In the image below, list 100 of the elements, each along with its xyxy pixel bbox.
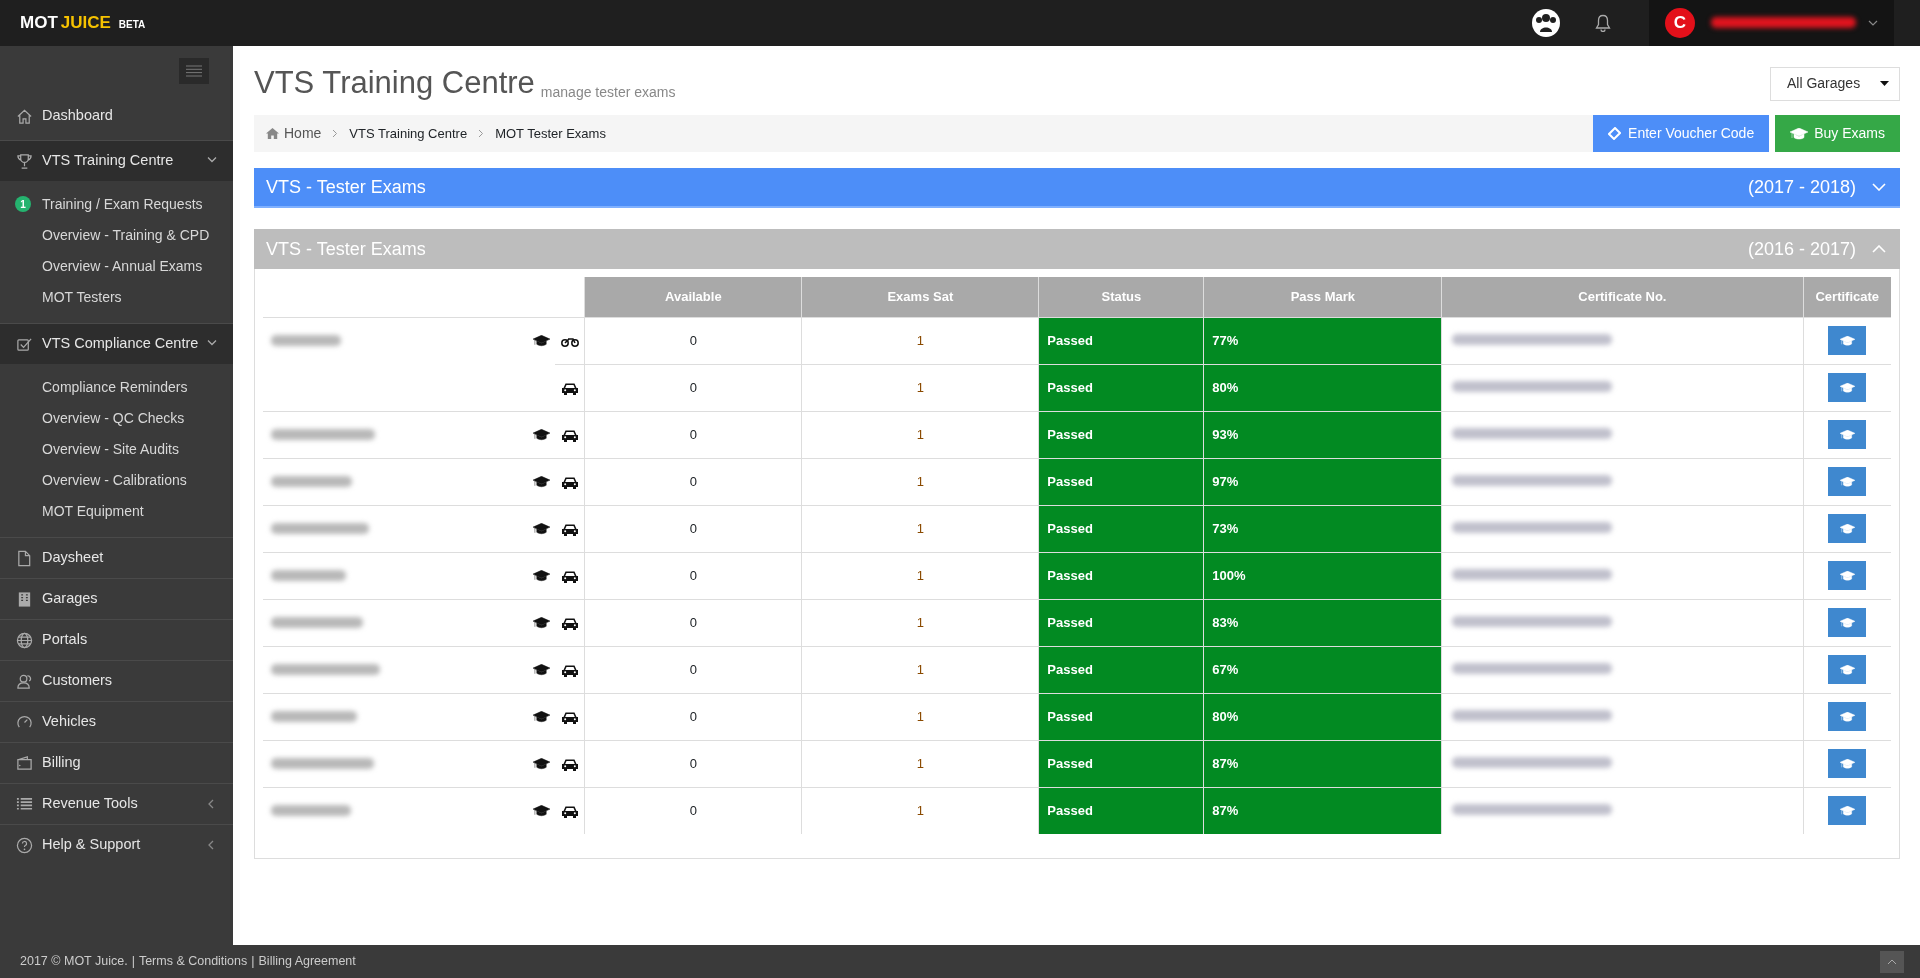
car-icon (561, 663, 578, 677)
caret-icon (1880, 81, 1889, 86)
sidebar-item[interactable]: VTS Compliance Centre (0, 323, 233, 364)
breadcrumb-link[interactable]: MOT Tester Exams (495, 123, 606, 144)
menu-icon (186, 65, 202, 77)
footer-link[interactable]: Billing Agreement (258, 952, 356, 971)
brand-logo[interactable]: MOT JUICE (20, 10, 111, 36)
sidebar-item[interactable]: VTS Training Centre (0, 140, 233, 181)
separator-text: | (251, 953, 255, 971)
graduation-cap-icon (532, 522, 550, 535)
chevron-icon (332, 129, 339, 138)
sidebar-subitem[interactable]: Overview - Site Audits (42, 439, 179, 460)
certificate-button[interactable] (1828, 514, 1867, 543)
status-cell: Passed (1038, 364, 1204, 411)
globe-icon (16, 631, 33, 649)
table-cell: 0 (584, 317, 802, 364)
caret-icon[interactable] (1868, 20, 1878, 26)
status-cell: Passed (1038, 599, 1204, 646)
menu-toggle-button[interactable] (179, 58, 209, 84)
graduation-cap-icon (1839, 711, 1855, 722)
sidebar-subitem[interactable]: Compliance Reminders (42, 377, 188, 398)
home-icon (266, 128, 279, 139)
sidebar-subitem[interactable]: Training / Exam Requests (42, 194, 203, 215)
table-cell: 0 (584, 505, 802, 552)
breadcrumb-link[interactable]: Home (284, 123, 322, 144)
panel-period: (2016 - 2017) (1747, 237, 1856, 261)
building-icon (16, 590, 33, 608)
bell-icon[interactable] (1595, 14, 1611, 32)
trophy-icon (16, 152, 33, 170)
car-icon (561, 616, 578, 630)
count-badge: 1 (15, 196, 31, 212)
breadcrumb-link[interactable]: VTS Training Centre (349, 123, 468, 144)
copyright-text: 2017 © MOT Juice. (20, 953, 128, 971)
chevron-icon (1887, 958, 1897, 965)
status-cell: Passed (1038, 317, 1204, 364)
table-cell: 0 (584, 458, 802, 505)
graduation-cap-icon (1839, 805, 1855, 816)
car-icon (561, 805, 578, 819)
sidebar-item[interactable]: Dashboard (0, 92, 233, 140)
user-avatar[interactable]: C (1665, 8, 1695, 38)
status-cell: Passed (1038, 740, 1204, 787)
sidebar-item[interactable]: Garages (0, 578, 233, 619)
panel-period: (2017 - 2018) (1747, 175, 1856, 199)
car-icon (561, 381, 578, 395)
car-icon (561, 522, 578, 536)
pass-mark-cell: 73% (1203, 505, 1442, 552)
certificate-button[interactable] (1828, 702, 1867, 731)
status-cell: Passed (1038, 787, 1204, 834)
garage-select[interactable]: All Garages (1770, 66, 1900, 101)
certificate-button[interactable] (1828, 561, 1867, 590)
pass-mark-cell: 77% (1203, 317, 1442, 364)
beta-label: BETA (118, 18, 146, 33)
table-cell: 0 (584, 411, 802, 458)
status-cell: Passed (1038, 693, 1204, 740)
certificate-button[interactable] (1828, 326, 1867, 355)
sidebar-subitem[interactable]: MOT Equipment (42, 501, 144, 522)
status-cell: Passed (1038, 552, 1204, 599)
certificate-button[interactable] (1828, 749, 1867, 778)
sidebar-subitem[interactable]: Overview - Training & CPD (42, 225, 210, 246)
certificate-button[interactable] (1828, 420, 1867, 449)
graduation-cap-icon (1839, 570, 1855, 581)
chevron-icon (478, 129, 485, 138)
panel-title: VTS - Tester Exams (266, 175, 426, 199)
motorcycle-icon (560, 335, 579, 347)
footer-link[interactable]: Terms & Conditions (138, 952, 248, 971)
pass-mark-cell: 83% (1203, 599, 1442, 646)
pass-mark-cell: 80% (1203, 693, 1442, 740)
graduation-cap-icon (1839, 617, 1855, 628)
graduation-cap-icon (1839, 476, 1855, 487)
graduation-cap-icon (1839, 523, 1855, 534)
home-icon (16, 107, 33, 125)
graduation-cap-icon (532, 616, 550, 629)
graduation-cap-icon (532, 475, 550, 488)
sidebar-subitem[interactable]: MOT Testers (42, 287, 122, 308)
sidebar-subitem[interactable]: Overview - QC Checks (42, 408, 185, 429)
pass-mark-cell: 97% (1203, 458, 1442, 505)
certificate-button[interactable] (1828, 796, 1867, 826)
certificate-button[interactable] (1828, 608, 1867, 637)
sidebar-subitem[interactable]: Overview - Calibrations (42, 470, 187, 491)
pass-mark-cell: 100% (1203, 552, 1442, 599)
help-icon (16, 836, 33, 854)
wallet-icon (16, 754, 33, 772)
certificate-button[interactable] (1828, 373, 1867, 402)
certificate-button[interactable] (1828, 467, 1867, 496)
separator-text: | (131, 953, 135, 971)
status-cell: Passed (1038, 458, 1204, 505)
certificate-button[interactable] (1828, 655, 1867, 684)
car-icon (561, 757, 578, 771)
table-cell: 0 (584, 693, 802, 740)
status-cell: Passed (1038, 411, 1204, 458)
page-title: VTS Training Centre (254, 64, 535, 103)
sidebar-subitem[interactable]: Overview - Annual Exams (42, 256, 203, 277)
graduation-cap-icon (532, 334, 550, 347)
graduation-cap-icon (1839, 335, 1855, 346)
pass-mark-cell: 87% (1203, 740, 1442, 787)
car-icon (561, 569, 578, 583)
list-icon (16, 795, 33, 813)
column-header: Certificate No. (1441, 277, 1803, 317)
pass-mark-cell: 93% (1203, 411, 1442, 458)
graduation-cap-icon (532, 663, 550, 676)
